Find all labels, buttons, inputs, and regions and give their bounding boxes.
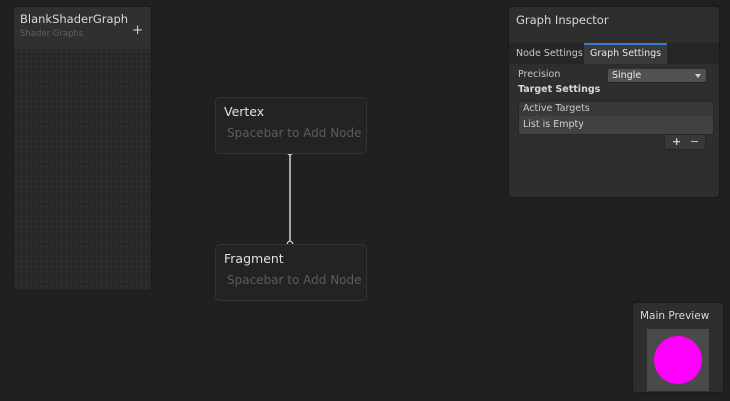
vertex-context-node[interactable]: Vertex Spacebar to Add Node: [215, 97, 367, 154]
blackboard-header: BlankShaderGraph Shader Graphs +: [14, 7, 151, 49]
fragment-node-title: Fragment: [224, 251, 284, 266]
blackboard-panel: BlankShaderGraph Shader Graphs +: [14, 7, 151, 290]
list-empty-text: List is Empty: [523, 119, 584, 130]
main-preview-title: Main Preview: [640, 310, 710, 322]
blackboard-title: BlankShaderGraph: [20, 12, 129, 26]
active-targets-header: Active Targets: [518, 101, 714, 117]
active-targets-label: Active Targets: [523, 103, 590, 114]
preview-sphere: [654, 336, 702, 384]
inspector-tab-bar: Node Settings Graph Settings: [509, 43, 719, 64]
graph-inspector-title: Graph Inspector: [516, 13, 609, 27]
target-settings-label: Target Settings: [518, 84, 601, 95]
add-property-button[interactable]: +: [132, 24, 143, 37]
chevron-down-icon: [695, 74, 701, 78]
precision-label: Precision: [518, 69, 561, 80]
active-targets-footer: + −: [664, 135, 706, 150]
vertex-node-hint: Spacebar to Add Node: [227, 126, 362, 140]
blackboard-subtitle: Shader Graphs: [20, 29, 84, 39]
tab-graph-settings[interactable]: Graph Settings: [584, 43, 668, 64]
fragment-node-hint: Spacebar to Add Node: [227, 273, 362, 287]
graph-inspector-panel: Graph Inspector Node Settings Graph Sett…: [509, 7, 719, 197]
graph-settings-content: Precision Single Target Settings Active …: [509, 64, 719, 197]
add-target-button[interactable]: +: [672, 135, 681, 148]
precision-dropdown[interactable]: Single: [608, 69, 706, 82]
remove-target-button[interactable]: −: [690, 135, 699, 148]
vertex-node-title: Vertex: [224, 104, 265, 119]
fragment-context-node[interactable]: Fragment Spacebar to Add Node: [215, 244, 367, 301]
preview-viewport[interactable]: [647, 329, 709, 391]
graph-canvas[interactable]: BlankShaderGraph Shader Graphs + Vertex …: [0, 0, 730, 401]
main-preview-panel: Main Preview: [633, 303, 723, 392]
tab-node-settings[interactable]: Node Settings: [510, 43, 589, 64]
active-targets-list[interactable]: List is Empty: [518, 116, 714, 135]
blackboard-property-list[interactable]: [14, 49, 151, 290]
precision-value: Single: [612, 70, 642, 81]
